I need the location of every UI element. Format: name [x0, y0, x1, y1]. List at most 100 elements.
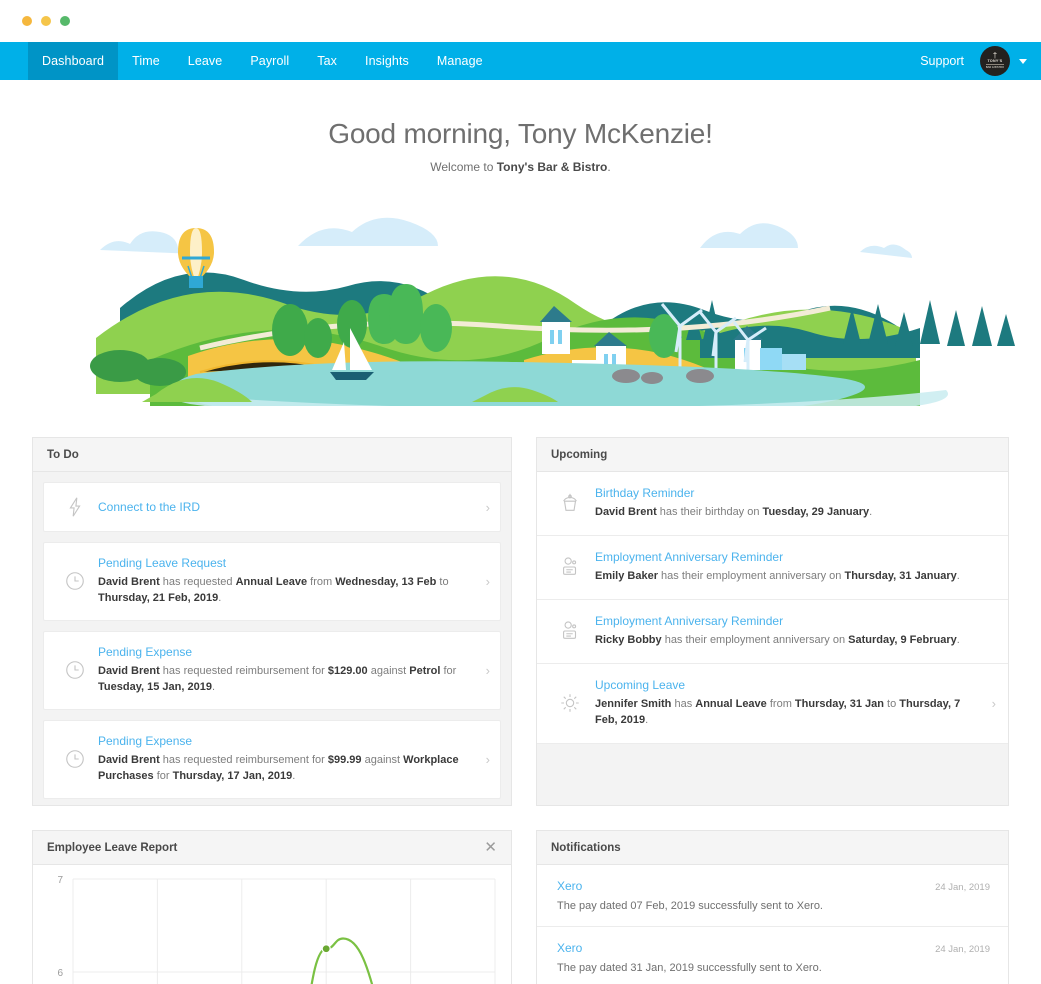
todo-panel-header: To Do — [33, 438, 511, 472]
upcoming-item[interactable]: Employment Anniversary Reminder Emily Bak… — [537, 536, 1008, 600]
notifications-panel-title: Notifications — [551, 842, 621, 854]
upcoming-item-description: Emily Baker has their employment anniver… — [595, 569, 980, 585]
notification-date: 24 Jan, 2019 — [935, 882, 990, 893]
todo-list: Connect to the IRD›Pending Leave Request… — [33, 472, 511, 805]
hero-section: Good morning, Tony McKenzie! Welcome to … — [0, 80, 1041, 411]
welcome-prefix: Welcome to — [430, 160, 496, 174]
todo-panel-title: To Do — [47, 449, 79, 461]
todo-item-text: Pending Leave Request David Brent has req… — [98, 556, 474, 607]
nav-item-tax[interactable]: Tax — [303, 42, 351, 80]
upcoming-item[interactable]: Upcoming Leave Jennifer Smith has Annual … — [537, 664, 1008, 744]
employee-badge-icon — [545, 620, 595, 642]
chevron-right-icon[interactable]: › — [980, 696, 996, 711]
y-axis-tick-label: 7 — [57, 875, 63, 886]
maximize-dot[interactable] — [41, 16, 51, 26]
upcoming-item-heading[interactable]: Upcoming Leave — [595, 678, 980, 692]
todo-item[interactable]: Pending Expense David Brent has requested… — [43, 720, 501, 799]
welcome-suffix: . — [607, 160, 610, 174]
chevron-right-icon[interactable]: › — [474, 500, 490, 515]
upcoming-item-description: Ricky Bobby has their employment anniver… — [595, 633, 980, 649]
nav-item-payroll[interactable]: Payroll — [236, 42, 303, 80]
notification-row[interactable]: Xero 24 Jan, 2019 The pay dated 07 Feb, 20… — [537, 865, 1008, 927]
clock-icon — [52, 748, 98, 770]
chevron-right-icon[interactable]: › — [474, 663, 490, 678]
upcoming-item[interactable]: Employment Anniversary Reminder Ricky Bob… — [537, 600, 1008, 664]
todo-item-text: Connect to the IRD — [98, 500, 474, 514]
todo-panel: To Do Connect to the IRD›Pending Leave R… — [32, 437, 512, 806]
company-name: Tony's Bar & Bistro — [497, 160, 608, 174]
leave-report-panel: Employee Leave Report ✕ 765 — [32, 830, 512, 984]
main-navbar: DashboardTimeLeavePayrollTaxInsightsMana… — [0, 42, 1041, 80]
todo-item-description: David Brent has requested Annual Leave f… — [98, 575, 466, 607]
minimize-dot[interactable] — [22, 16, 32, 26]
upcoming-panel: Upcoming Birthday Reminder David Brent ha… — [536, 437, 1009, 806]
todo-item-heading[interactable]: Pending Leave Request — [98, 556, 466, 570]
notifications-list: Xero 24 Jan, 2019 The pay dated 07 Feb, 20… — [537, 865, 1008, 984]
nav-item-insights[interactable]: Insights — [351, 42, 423, 80]
todo-item-heading[interactable]: Connect to the IRD — [98, 500, 466, 514]
upcoming-item-description: Jennifer Smith has Annual Leave from Thu… — [595, 697, 980, 729]
upcoming-panel-title: Upcoming — [551, 449, 607, 461]
sun-icon — [545, 692, 595, 714]
account-menu[interactable]: † TONY'S BAR & BISTRO — [976, 42, 1027, 80]
leave-report-chart: 765 — [33, 865, 511, 984]
lightning-bolt-icon — [52, 496, 98, 518]
todo-item-text: Pending Expense David Brent has requested… — [98, 734, 474, 785]
upcoming-list: Birthday Reminder David Brent has their b… — [537, 472, 1008, 805]
upcoming-panel-header: Upcoming — [537, 438, 1008, 472]
upcoming-item-heading[interactable]: Employment Anniversary Reminder — [595, 614, 980, 628]
landscape-illustration — [0, 188, 1041, 411]
employee-badge-icon — [545, 556, 595, 578]
chevron-right-icon[interactable]: › — [474, 574, 490, 589]
close-dot[interactable] — [60, 16, 70, 26]
notification-row[interactable]: Xero 24 Jan, 2019 The pay dated 31 Jan, 20… — [537, 927, 1008, 984]
clock-icon — [52, 659, 98, 681]
chevron-right-icon[interactable]: › — [474, 752, 490, 767]
nav-item-dashboard[interactable]: Dashboard — [28, 42, 118, 80]
upcoming-item-text: Birthday Reminder David Brent has their b… — [595, 486, 980, 521]
notification-message: The pay dated 31 Jan, 2019 successfully … — [557, 962, 990, 974]
notification-date: 24 Jan, 2019 — [935, 944, 990, 955]
close-icon[interactable]: ✕ — [484, 840, 497, 855]
upcoming-item-text: Upcoming Leave Jennifer Smith has Annual … — [595, 678, 980, 729]
notification-header: Xero 24 Jan, 2019 — [557, 879, 990, 893]
todo-item[interactable]: Pending ExpenseDavid Brent has requested… — [43, 631, 501, 710]
notification-header: Xero 24 Jan, 2019 — [557, 941, 990, 955]
nav-item-leave[interactable]: Leave — [174, 42, 237, 80]
todo-item-text: Pending ExpenseDavid Brent has requested… — [98, 645, 474, 696]
nav-item-manage[interactable]: Manage — [423, 42, 497, 80]
leave-report-title: Employee Leave Report — [47, 842, 177, 854]
leave-report-header: Employee Leave Report ✕ — [33, 831, 511, 865]
clock-icon — [52, 570, 98, 592]
upcoming-item-description: David Brent has their birthday on Tuesda… — [595, 505, 980, 521]
notification-source[interactable]: Xero — [557, 879, 582, 893]
dashboard-panels: To Do Connect to the IRD›Pending Leave R… — [0, 411, 1041, 984]
notification-source[interactable]: Xero — [557, 941, 582, 955]
notifications-panel: Notifications Xero 24 Jan, 2019 The pay da… — [536, 830, 1009, 984]
nav-item-time[interactable]: Time — [118, 42, 174, 80]
leave-trend-line — [288, 939, 410, 984]
upcoming-item-heading[interactable]: Birthday Reminder — [595, 486, 980, 500]
notifications-panel-header: Notifications — [537, 831, 1008, 865]
todo-item[interactable]: Connect to the IRD › — [43, 482, 501, 532]
todo-item-heading[interactable]: Pending Expense — [98, 645, 466, 659]
todo-item-heading[interactable]: Pending Expense — [98, 734, 466, 748]
upcoming-item[interactable]: Birthday Reminder David Brent has their b… — [537, 472, 1008, 536]
todo-item[interactable]: Pending Leave Request David Brent has req… — [43, 542, 501, 621]
upcoming-item-heading[interactable]: Employment Anniversary Reminder — [595, 550, 980, 564]
avatar-company-sub: BAR & BISTRO — [986, 64, 1004, 70]
y-axis-tick-label: 6 — [57, 968, 63, 979]
notification-message: The pay dated 07 Feb, 2019 successfully … — [557, 900, 990, 912]
upcoming-item-text: Employment Anniversary Reminder Emily Bak… — [595, 550, 980, 585]
support-link[interactable]: Support — [908, 42, 976, 80]
page-title: Good morning, Tony McKenzie! — [0, 118, 1041, 150]
nav-item-list: DashboardTimeLeavePayrollTaxInsightsMana… — [28, 42, 497, 80]
cupcake-icon — [545, 492, 595, 514]
todo-item-description: David Brent has requested reimbursement … — [98, 753, 466, 785]
avatar[interactable]: † TONY'S BAR & BISTRO — [980, 46, 1010, 76]
chart-data-point[interactable] — [322, 945, 330, 953]
upcoming-item-text: Employment Anniversary Reminder Ricky Bob… — [595, 614, 980, 649]
chevron-down-icon[interactable] — [1019, 59, 1027, 64]
nav-spacer — [497, 42, 909, 80]
avatar-mark: † — [993, 52, 997, 59]
